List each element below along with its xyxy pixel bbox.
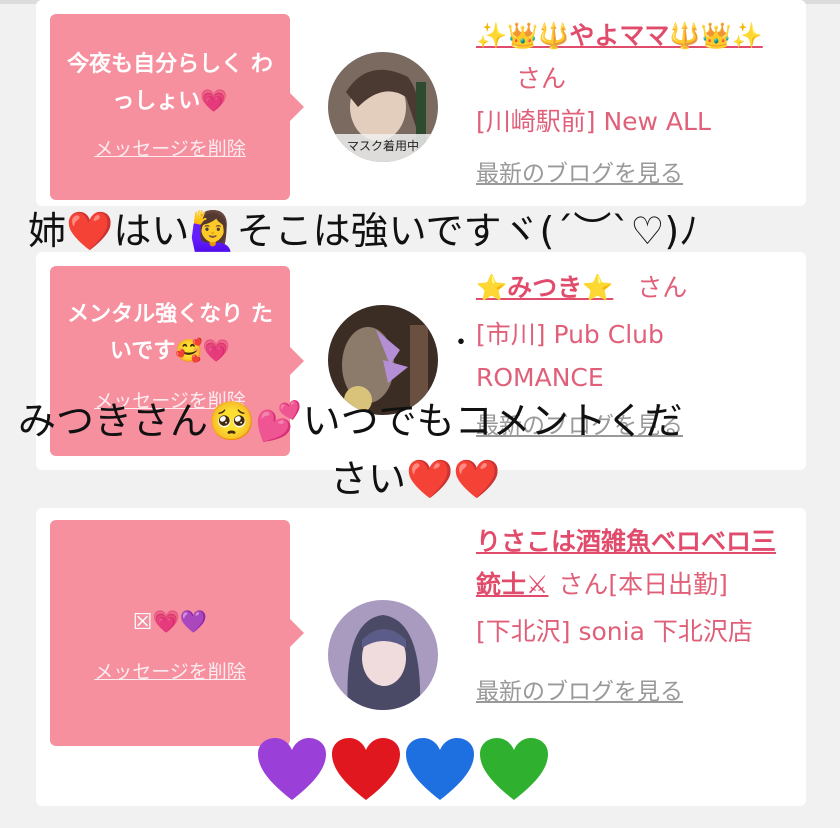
avatar[interactable] bbox=[328, 600, 438, 710]
avatar-photo: マスク着用中 bbox=[328, 52, 438, 162]
honorific: さん bbox=[637, 273, 688, 302]
overlay-caption-line-2: みつきさん🥺💕いつでもコメントくだ bbox=[18, 399, 683, 443]
delete-message-link[interactable]: メッセージを削除 bbox=[50, 134, 290, 161]
shop-name: [下北沢] sonia 下北沢店 bbox=[476, 617, 753, 646]
message-card: 今夜も自分らしく わっしょい💗 メッセージを削除 マスク着用中 ✨👑🔱やよママ🔱… bbox=[36, 0, 806, 206]
avatar[interactable]: マスク着用中 bbox=[328, 52, 438, 162]
blog-link[interactable]: 最新のブログを見る bbox=[476, 671, 796, 714]
profile-name-link[interactable]: ✨👑🔱やよママ🔱👑✨ bbox=[476, 21, 763, 50]
message-text: ☒💗💜 bbox=[132, 610, 208, 635]
purple-heart-icon bbox=[258, 738, 326, 800]
blue-heart-icon bbox=[406, 738, 474, 800]
honorific: さん bbox=[516, 64, 567, 93]
shop-name: [川崎駅前] New ALL bbox=[476, 107, 711, 136]
delete-message-link[interactable]: メッセージを削除 bbox=[50, 657, 290, 684]
profile-name-link[interactable]: ⭐みつき⭐ bbox=[476, 273, 613, 302]
green-heart-icon bbox=[480, 738, 548, 800]
avatar-caption: マスク着用中 bbox=[347, 138, 419, 153]
overlay-caption-line-3: さい❤️❤️ bbox=[330, 457, 501, 501]
message-bubble: 今夜も自分らしく わっしょい💗 メッセージを削除 bbox=[50, 14, 304, 200]
honorific: さん[本日出勤] bbox=[558, 570, 728, 599]
shop-name: [市川] Pub Club ROMANCE bbox=[476, 320, 664, 392]
dot: ・ bbox=[448, 328, 475, 358]
blog-link[interactable]: 最新のブログを見る bbox=[476, 153, 796, 196]
overlay-caption-line-1: 姉❤️はい🙋‍♀️そこは強いですヾ(´︶`♡)ﾉ bbox=[28, 209, 699, 253]
message-text: 今夜も自分らしく わっしょい💗 bbox=[67, 52, 273, 114]
profile-info: ✨👑🔱やよママ🔱👑✨ さん [川崎駅前] New ALL 最新のブログを見る bbox=[476, 14, 796, 196]
message-text: メンタル強くなり たいです🥰💗 bbox=[67, 302, 273, 364]
red-heart-icon bbox=[332, 738, 400, 800]
avatar-photo bbox=[328, 600, 438, 710]
message-bubble: ☒💗💜 メッセージを削除 bbox=[50, 520, 304, 746]
profile-info: りさこは酒雑魚ベロベロ三銃士⚔ さん[本日出勤] [下北沢] sonia 下北沢店… bbox=[476, 520, 796, 714]
